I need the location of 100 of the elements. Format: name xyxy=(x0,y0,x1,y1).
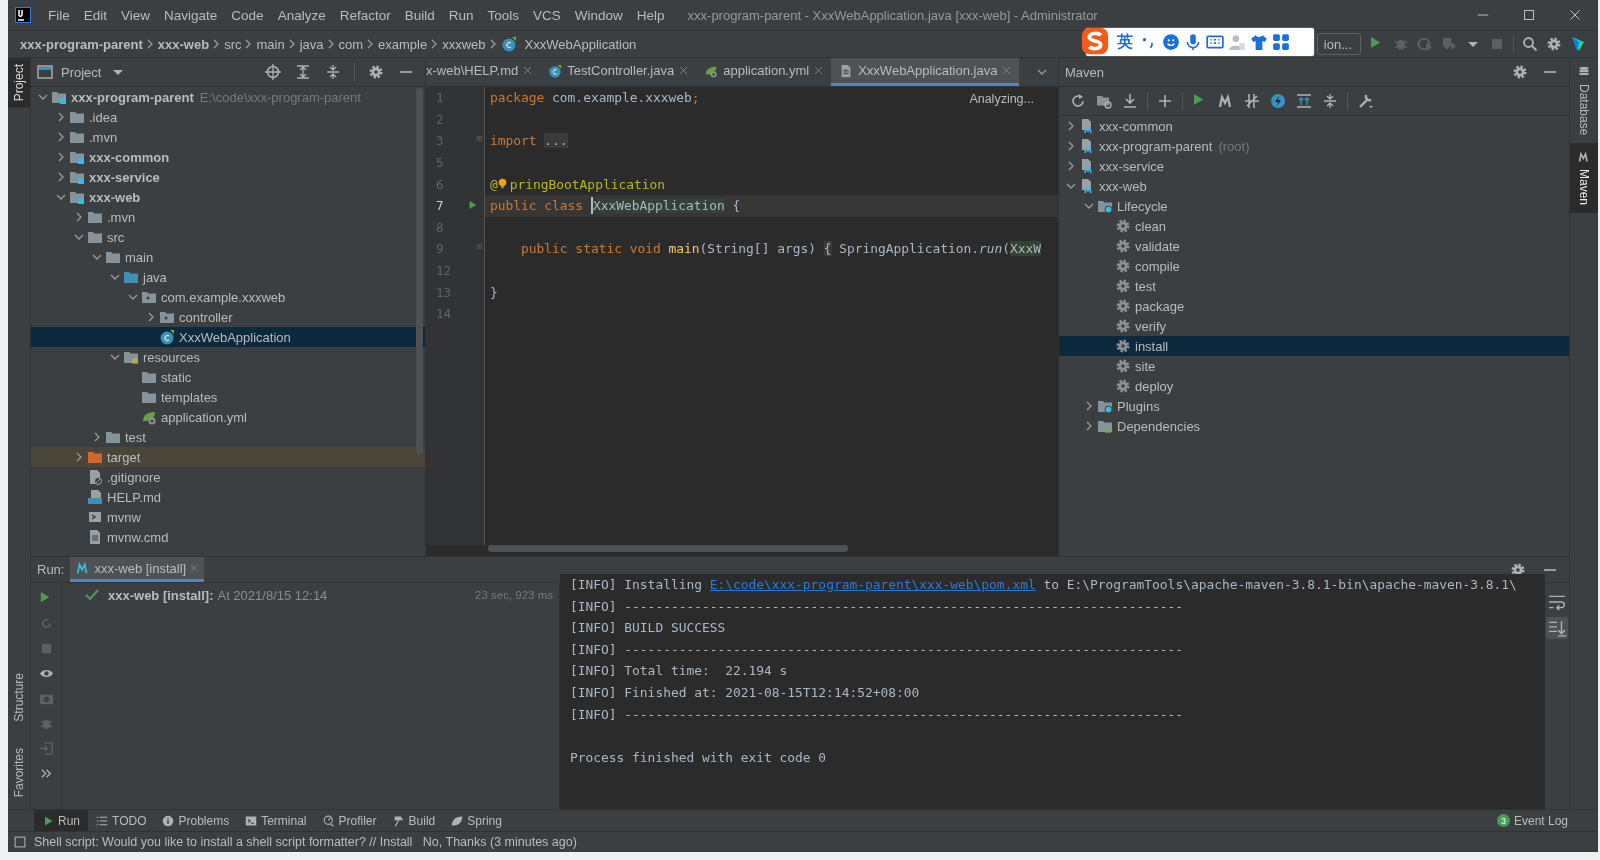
tree-item[interactable]: validate xyxy=(1059,236,1569,256)
maximize-icon[interactable] xyxy=(1523,9,1535,21)
settings-icon[interactable] xyxy=(368,64,384,80)
tool-window-tab[interactable]: Profiler xyxy=(314,810,385,831)
tree-item[interactable]: .idea xyxy=(31,107,425,127)
scrollbar-thumb[interactable] xyxy=(488,545,848,552)
menu-item[interactable]: File xyxy=(41,7,77,23)
tree-item[interactable]: test xyxy=(31,427,425,447)
panel-title[interactable]: Project xyxy=(61,64,102,80)
tool-window-tab[interactable]: Maven xyxy=(1570,143,1598,214)
show-dependencies-icon[interactable] xyxy=(1296,93,1312,109)
editor-tab[interactable]: TestController.java xyxy=(540,58,697,86)
menu-item[interactable]: Build xyxy=(397,7,442,23)
tool-window-tab[interactable]: Structure xyxy=(8,666,30,728)
tree-item[interactable]: compile xyxy=(1059,256,1569,276)
toolbox-icon[interactable] xyxy=(1570,36,1586,52)
breadcrumb-item[interactable]: com xyxy=(338,36,364,52)
tree-item[interactable]: application.yml xyxy=(31,407,425,427)
run-name[interactable]: xxx-web [install]: xyxy=(108,587,214,603)
tree-item[interactable]: Lifecycle xyxy=(1059,196,1569,216)
close-icon[interactable] xyxy=(523,66,533,75)
tree-item[interactable]: xxx-web xyxy=(31,187,425,207)
settings-icon[interactable] xyxy=(1546,36,1562,52)
tree-item[interactable]: main xyxy=(31,247,425,267)
tree-item[interactable]: xxx-program-parent E:\code\xxx-program-parent xyxy=(31,87,425,107)
tree-item[interactable]: xxx-common xyxy=(1059,116,1569,136)
tool-window-tab[interactable]: TODO xyxy=(88,810,155,831)
maven-goal-icon[interactable] xyxy=(1218,93,1234,109)
scrollbar-thumb[interactable] xyxy=(416,88,423,454)
menu-item[interactable]: Code xyxy=(224,7,271,23)
breadcrumb-item[interactable]: src xyxy=(224,36,242,52)
tool-window-tab[interactable]: Spring xyxy=(443,810,510,831)
tool-window-tab[interactable]: Build xyxy=(384,810,444,831)
emoji-icon[interactable] xyxy=(1162,33,1180,51)
tree-item[interactable]: xxx-common xyxy=(31,147,425,167)
language-mode-toggle[interactable]: 英 xyxy=(1114,31,1136,53)
breadcrumb-item[interactable]: example xyxy=(378,36,428,52)
tree-item[interactable]: target xyxy=(31,447,425,467)
tree-item[interactable]: XxxWebApplication xyxy=(31,327,425,347)
microphone-icon[interactable] xyxy=(1184,33,1202,51)
menu-item[interactable]: Tools xyxy=(480,7,526,23)
breadcrumb-item[interactable]: xxxweb xyxy=(442,36,486,52)
settings-icon[interactable] xyxy=(1512,64,1528,80)
tree-item[interactable]: controller xyxy=(31,307,425,327)
tool-window-tab[interactable]: Database xyxy=(1570,58,1598,144)
tree-item[interactable]: mvnw.cmd xyxy=(31,527,425,547)
scroll-to-end-icon[interactable] xyxy=(1546,617,1568,639)
breadcrumb-item[interactable]: java xyxy=(299,36,324,52)
tree-item[interactable]: site xyxy=(1059,356,1569,376)
wrench-icon[interactable] xyxy=(1357,93,1373,109)
breadcrumb-item[interactable]: main xyxy=(256,36,285,52)
search-icon[interactable] xyxy=(1522,36,1538,52)
breadcrumb-item[interactable]: xxx-program-parent xyxy=(20,36,143,52)
tree-item[interactable]: xxx-program-parent (root) xyxy=(1059,136,1569,156)
grid-icon[interactable] xyxy=(1272,33,1290,51)
tree-item[interactable]: .mvn xyxy=(31,207,425,227)
tree-item[interactable]: Plugins xyxy=(1059,396,1569,416)
run-configuration-dropdown[interactable]: ion... xyxy=(1317,33,1361,55)
tree-item[interactable]: java xyxy=(31,267,425,287)
layout-toggle-icon[interactable] xyxy=(14,836,26,848)
add-icon[interactable] xyxy=(1157,93,1173,109)
tool-window-tab[interactable]: Run xyxy=(34,810,88,831)
file-link[interactable]: E:\code\xxx-program-parent\xxx-web\pom.xml xyxy=(709,577,1036,592)
menu-item[interactable]: Window xyxy=(567,7,630,23)
menu-item[interactable]: View xyxy=(114,7,158,23)
tree-item[interactable]: install xyxy=(1059,336,1569,356)
tool-window-tab[interactable]: Favorites xyxy=(8,741,30,803)
menu-item[interactable]: Help xyxy=(629,7,672,23)
tree-item[interactable]: deploy xyxy=(1059,376,1569,396)
tree-item[interactable]: Dependencies xyxy=(1059,416,1569,436)
event-log-tab[interactable]: 3 Event Log xyxy=(1496,813,1568,828)
tree-item[interactable]: HELP.md xyxy=(31,487,425,507)
tree-item[interactable]: .gitignore xyxy=(31,467,425,487)
editor-tab[interactable]: x-web\HELP.md xyxy=(426,58,541,86)
collapse-all-icon[interactable] xyxy=(1322,93,1338,109)
tree-item[interactable]: xxx-service xyxy=(1059,156,1569,176)
input-method-logo-icon[interactable] xyxy=(1080,26,1110,56)
tree-item[interactable]: resources xyxy=(31,347,425,367)
skip-tests-icon[interactable] xyxy=(1244,93,1260,109)
tree-item[interactable]: xxx-web xyxy=(1059,176,1569,196)
tree-item[interactable]: package xyxy=(1059,296,1569,316)
tool-window-tab[interactable]: Problems xyxy=(154,810,238,831)
reload-icon[interactable] xyxy=(1070,93,1086,109)
menu-item[interactable]: Edit xyxy=(76,7,115,23)
tree-item[interactable]: mvnw xyxy=(31,507,425,527)
collapse-all-icon[interactable] xyxy=(325,64,341,80)
editor-tab[interactable]: XxxWebApplication.java xyxy=(831,58,1020,86)
keyboard-icon[interactable] xyxy=(1206,33,1224,51)
tree-item[interactable]: com.example.xxxweb xyxy=(31,287,425,307)
tool-window-tab[interactable]: Terminal xyxy=(237,810,315,831)
locate-icon[interactable] xyxy=(265,64,281,80)
lightning-icon[interactable] xyxy=(1270,93,1286,109)
tree-item[interactable]: clean xyxy=(1059,216,1569,236)
menu-item[interactable]: Analyze xyxy=(270,7,333,23)
breadcrumb-item[interactable]: XxxWebApplication xyxy=(524,36,637,52)
tree-item[interactable]: src xyxy=(31,227,425,247)
menu-item[interactable]: Refactor xyxy=(332,7,398,23)
tree-item[interactable]: verify xyxy=(1059,316,1569,336)
expand-all-icon[interactable] xyxy=(295,64,311,80)
tree-item[interactable]: .mvn xyxy=(31,127,425,147)
